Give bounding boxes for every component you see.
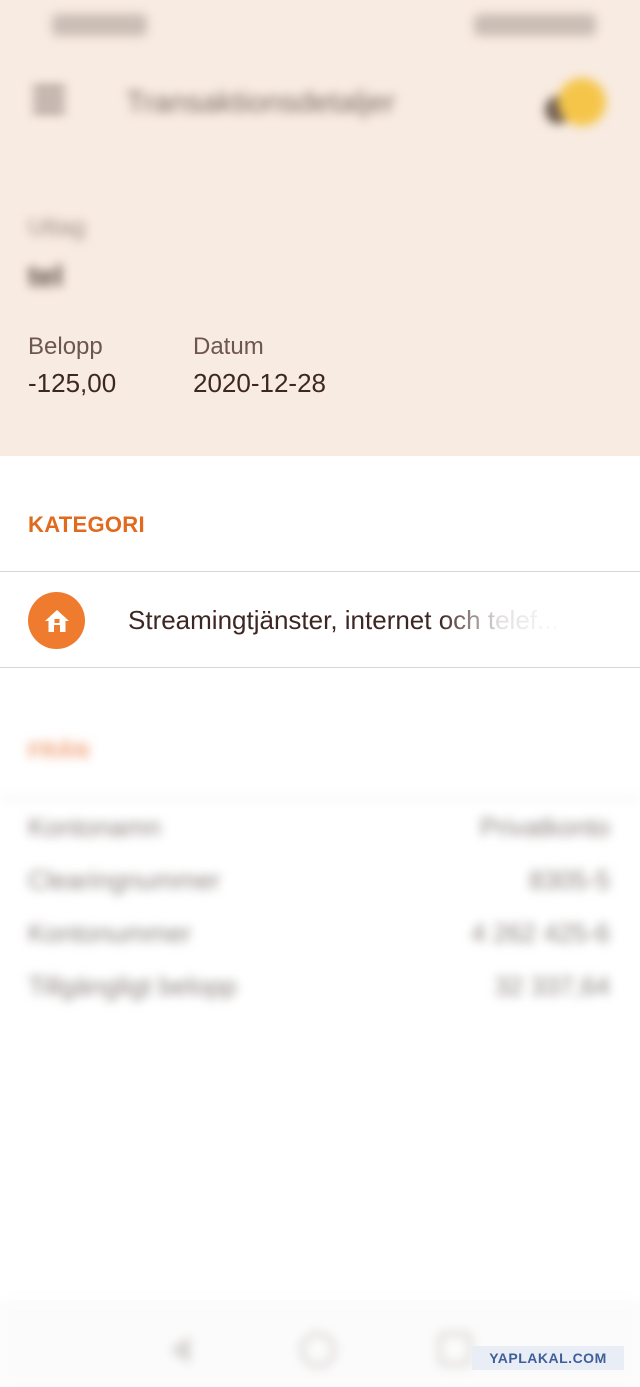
- description-value: tel: [28, 260, 64, 293]
- status-bar-right: [474, 14, 596, 36]
- back-icon[interactable]: [170, 1336, 190, 1364]
- date-value: 2020-12-28: [193, 368, 326, 398]
- account-name-label: Kontonamn: [28, 812, 161, 842]
- account-number-value: 4 262 425-6: [471, 918, 610, 948]
- page-title: Transaktionsdetaljer: [126, 86, 396, 119]
- from-section-title: FRÅN: [28, 738, 90, 763]
- home-button-icon[interactable]: [300, 1332, 336, 1368]
- available-balance-value: 32 337,64: [494, 971, 610, 1001]
- account-name-value: Privatkonto: [479, 812, 610, 842]
- description-label: Uttag: [28, 214, 86, 241]
- menu-icon[interactable]: [33, 86, 65, 113]
- watermark: YAPLAKAL.COM: [472, 1346, 624, 1370]
- account-number-label: Kontonummer: [28, 918, 192, 948]
- clearing-number-value: 8305-5: [529, 865, 610, 895]
- category-text-fade: [440, 596, 610, 646]
- divider: [0, 667, 640, 668]
- status-bar-left: [52, 14, 147, 36]
- avatar[interactable]: [558, 78, 606, 126]
- clearing-number-label: Clearingnummer: [28, 865, 221, 895]
- date-label: Datum: [193, 333, 264, 360]
- recent-apps-icon[interactable]: [438, 1332, 472, 1366]
- amount-label: Belopp: [28, 333, 103, 360]
- divider: [0, 571, 640, 572]
- divider: [0, 798, 640, 799]
- category-section-title: KATEGORI: [28, 512, 145, 537]
- available-balance-label: Tillgängligt belopp: [28, 971, 237, 1001]
- home-icon: [28, 592, 85, 649]
- amount-value: -125,00: [28, 368, 117, 398]
